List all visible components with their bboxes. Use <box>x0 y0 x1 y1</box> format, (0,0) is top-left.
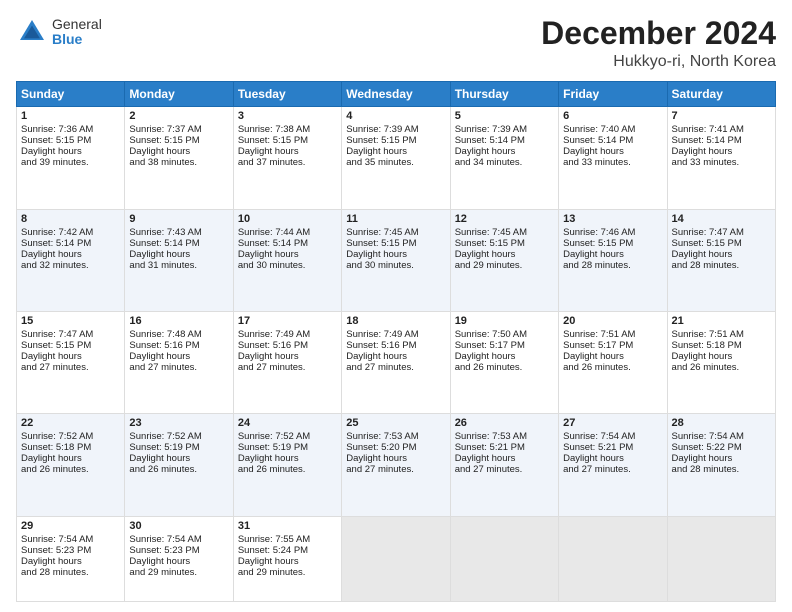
page: General Blue December 2024 Hukkyo-ri, No… <box>0 0 792 612</box>
table-row <box>342 516 450 601</box>
table-row <box>667 516 775 601</box>
table-row: 9Sunrise: 7:43 AMSunset: 5:14 PMDaylight… <box>125 209 233 311</box>
table-row: 11Sunrise: 7:45 AMSunset: 5:15 PMDayligh… <box>342 209 450 311</box>
day-number: 28 <box>672 417 771 429</box>
table-row: 30Sunrise: 7:54 AMSunset: 5:23 PMDayligh… <box>125 516 233 601</box>
day-number: 14 <box>672 213 771 225</box>
table-row: 10Sunrise: 7:44 AMSunset: 5:14 PMDayligh… <box>233 209 341 311</box>
day-number: 22 <box>21 417 120 429</box>
day-number: 19 <box>455 315 554 327</box>
table-row: 13Sunrise: 7:46 AMSunset: 5:15 PMDayligh… <box>559 209 667 311</box>
day-number: 8 <box>21 213 120 225</box>
table-row: 4Sunrise: 7:39 AMSunset: 5:15 PMDaylight… <box>342 107 450 209</box>
table-row <box>450 516 558 601</box>
day-number: 20 <box>563 315 662 327</box>
table-row: 5Sunrise: 7:39 AMSunset: 5:14 PMDaylight… <box>450 107 558 209</box>
col-thursday: Thursday <box>450 82 558 107</box>
logo-blue: Blue <box>52 32 102 47</box>
table-row: 29Sunrise: 7:54 AMSunset: 5:23 PMDayligh… <box>17 516 125 601</box>
day-number: 27 <box>563 417 662 429</box>
title-block: December 2024 Hukkyo-ri, North Korea <box>541 16 776 71</box>
day-number: 1 <box>21 110 120 122</box>
table-row <box>559 516 667 601</box>
calendar-header-row: Sunday Monday Tuesday Wednesday Thursday… <box>17 82 776 107</box>
day-number: 15 <box>21 315 120 327</box>
col-friday: Friday <box>559 82 667 107</box>
table-row: 6Sunrise: 7:40 AMSunset: 5:14 PMDaylight… <box>559 107 667 209</box>
logo: General Blue <box>16 16 102 48</box>
table-row: 3Sunrise: 7:38 AMSunset: 5:15 PMDaylight… <box>233 107 341 209</box>
table-row: 26Sunrise: 7:53 AMSunset: 5:21 PMDayligh… <box>450 414 558 516</box>
day-number: 24 <box>238 417 337 429</box>
day-number: 17 <box>238 315 337 327</box>
subtitle: Hukkyo-ri, North Korea <box>541 53 776 71</box>
col-tuesday: Tuesday <box>233 82 341 107</box>
day-number: 30 <box>129 520 228 532</box>
table-row: 23Sunrise: 7:52 AMSunset: 5:19 PMDayligh… <box>125 414 233 516</box>
table-row: 17Sunrise: 7:49 AMSunset: 5:16 PMDayligh… <box>233 311 341 413</box>
table-row: 16Sunrise: 7:48 AMSunset: 5:16 PMDayligh… <box>125 311 233 413</box>
day-number: 21 <box>672 315 771 327</box>
table-row: 14Sunrise: 7:47 AMSunset: 5:15 PMDayligh… <box>667 209 775 311</box>
header: General Blue December 2024 Hukkyo-ri, No… <box>16 16 776 71</box>
main-title: December 2024 <box>541 16 776 51</box>
day-number: 9 <box>129 213 228 225</box>
table-row: 19Sunrise: 7:50 AMSunset: 5:17 PMDayligh… <box>450 311 558 413</box>
day-number: 13 <box>563 213 662 225</box>
table-row: 28Sunrise: 7:54 AMSunset: 5:22 PMDayligh… <box>667 414 775 516</box>
col-monday: Monday <box>125 82 233 107</box>
day-number: 31 <box>238 520 337 532</box>
table-row: 8Sunrise: 7:42 AMSunset: 5:14 PMDaylight… <box>17 209 125 311</box>
day-number: 6 <box>563 110 662 122</box>
table-row: 20Sunrise: 7:51 AMSunset: 5:17 PMDayligh… <box>559 311 667 413</box>
table-row: 21Sunrise: 7:51 AMSunset: 5:18 PMDayligh… <box>667 311 775 413</box>
table-row: 25Sunrise: 7:53 AMSunset: 5:20 PMDayligh… <box>342 414 450 516</box>
day-number: 11 <box>346 213 445 225</box>
day-number: 7 <box>672 110 771 122</box>
day-number: 2 <box>129 110 228 122</box>
logo-general: General <box>52 17 102 32</box>
day-number: 10 <box>238 213 337 225</box>
day-number: 29 <box>21 520 120 532</box>
col-sunday: Sunday <box>17 82 125 107</box>
table-row: 18Sunrise: 7:49 AMSunset: 5:16 PMDayligh… <box>342 311 450 413</box>
table-row: 31Sunrise: 7:55 AMSunset: 5:24 PMDayligh… <box>233 516 341 601</box>
logo-icon <box>16 16 48 48</box>
day-number: 3 <box>238 110 337 122</box>
day-number: 12 <box>455 213 554 225</box>
table-row: 2Sunrise: 7:37 AMSunset: 5:15 PMDaylight… <box>125 107 233 209</box>
day-number: 5 <box>455 110 554 122</box>
table-row: 27Sunrise: 7:54 AMSunset: 5:21 PMDayligh… <box>559 414 667 516</box>
col-saturday: Saturday <box>667 82 775 107</box>
day-number: 26 <box>455 417 554 429</box>
table-row: 12Sunrise: 7:45 AMSunset: 5:15 PMDayligh… <box>450 209 558 311</box>
table-row: 22Sunrise: 7:52 AMSunset: 5:18 PMDayligh… <box>17 414 125 516</box>
logo-text: General Blue <box>52 17 102 48</box>
day-number: 4 <box>346 110 445 122</box>
calendar-table: Sunday Monday Tuesday Wednesday Thursday… <box>16 81 776 602</box>
table-row: 1Sunrise: 7:36 AMSunset: 5:15 PMDaylight… <box>17 107 125 209</box>
day-number: 23 <box>129 417 228 429</box>
col-wednesday: Wednesday <box>342 82 450 107</box>
day-number: 16 <box>129 315 228 327</box>
table-row: 7Sunrise: 7:41 AMSunset: 5:14 PMDaylight… <box>667 107 775 209</box>
day-number: 25 <box>346 417 445 429</box>
table-row: 24Sunrise: 7:52 AMSunset: 5:19 PMDayligh… <box>233 414 341 516</box>
day-number: 18 <box>346 315 445 327</box>
table-row: 15Sunrise: 7:47 AMSunset: 5:15 PMDayligh… <box>17 311 125 413</box>
